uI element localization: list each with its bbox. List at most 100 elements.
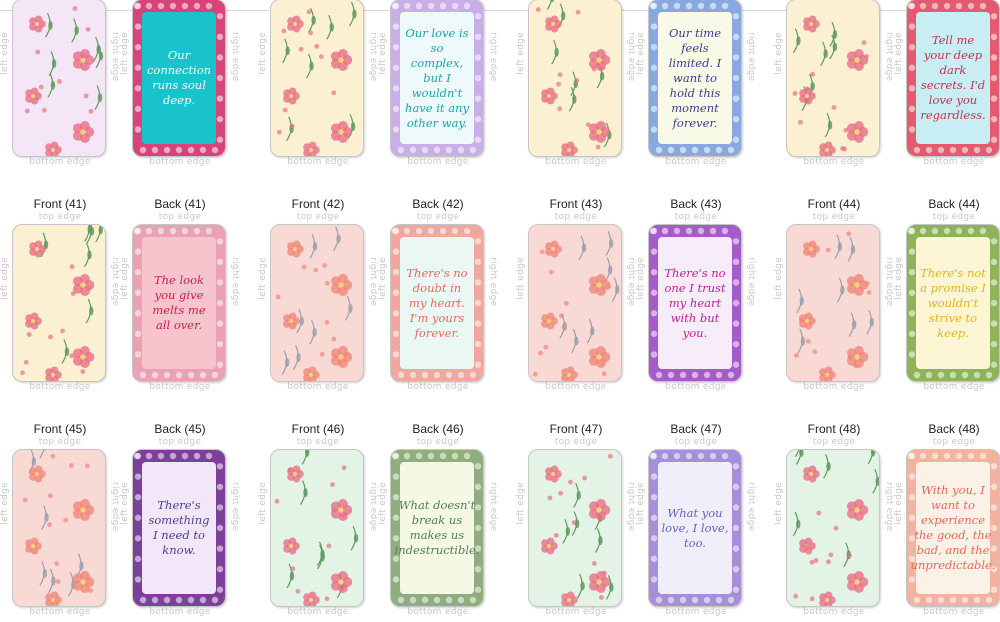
bud <box>557 106 563 112</box>
card-front-image[interactable] <box>528 224 622 382</box>
card-front-image[interactable] <box>12 449 106 607</box>
bud <box>295 588 301 594</box>
bud <box>276 129 282 135</box>
card-label: Back (47) <box>670 422 722 436</box>
left-edge-label: left edge <box>258 482 268 525</box>
bud <box>69 463 74 468</box>
right-edge-label: right edge <box>488 482 498 532</box>
card-front-image[interactable] <box>786 449 880 607</box>
card-back-image[interactable]: There's something I need to know. <box>132 449 226 607</box>
leaf <box>598 536 603 546</box>
leaf <box>837 242 843 252</box>
card-back-image[interactable]: What you love, I love, too. <box>648 449 742 607</box>
bottom-edge-label: bottom edge <box>149 157 211 167</box>
card-back-image[interactable]: Our connection runs soul deep. <box>132 0 226 157</box>
quote-panel: There's not a promise I wouldn't strive … <box>916 237 990 369</box>
left-edge-label: left edge <box>894 257 904 300</box>
card-quote: Our time feels limited. I want to hold t… <box>668 25 722 130</box>
bud <box>289 123 295 129</box>
quote-panel: There's no one I trust my heart with but… <box>658 237 732 369</box>
card-front-image[interactable] <box>270 0 364 157</box>
card-label: Front (48) <box>807 422 861 436</box>
card-front-image[interactable] <box>12 224 106 382</box>
flower <box>330 274 353 296</box>
card-cell-front: Front (44) top edge bottom edge left edge ri… <box>774 197 894 397</box>
card-front-image[interactable] <box>270 224 364 382</box>
leaf <box>850 244 856 254</box>
left-edge-label: left edge <box>516 482 526 525</box>
card-cell-back: Back (46) top edge bottom edge left edge rig… <box>378 422 498 622</box>
left-edge-label: left edge <box>378 257 388 300</box>
bud <box>804 544 810 550</box>
card-back-image[interactable]: There's no one I trust my heart with but… <box>648 224 742 382</box>
bud <box>574 77 580 83</box>
top-edge-label: top edge <box>416 437 460 447</box>
top-edge-label: top edge <box>812 437 856 447</box>
flower <box>545 240 562 258</box>
leaf <box>608 238 614 248</box>
bottom-edge-label: bottom edge <box>407 607 469 617</box>
card-back-image[interactable]: There's not a promise I wouldn't strive … <box>906 224 1000 382</box>
leaf <box>64 347 70 357</box>
card-back-image[interactable]: With you, I want to experience the good,… <box>906 449 1000 607</box>
bud <box>84 463 90 469</box>
flower <box>72 121 95 143</box>
bottom-edge-label: bottom edge <box>287 382 349 392</box>
bottom-edge-label: bottom edge <box>665 607 727 617</box>
card-front-image[interactable] <box>12 0 106 157</box>
bud <box>318 54 324 60</box>
bud <box>539 249 545 255</box>
quote-panel: There's something I need to know. <box>142 462 216 594</box>
card-cell-back: Back (47) top edge bottom edge left edge rig… <box>636 422 756 622</box>
bottom-edge-label: bottom edge <box>803 607 865 617</box>
card-label: Back (42) <box>412 197 464 211</box>
card-back-image[interactable]: What doesn't break us makes us indestruc… <box>390 449 484 607</box>
bud <box>330 482 335 487</box>
right-edge-label: right edge <box>626 32 636 82</box>
bud <box>561 324 567 330</box>
flower <box>72 346 95 368</box>
card-front-image[interactable] <box>270 449 364 607</box>
bud <box>341 465 347 471</box>
card-front-image[interactable] <box>786 224 880 382</box>
left-edge-label: left edge <box>894 482 904 525</box>
top-edge-label: top edge <box>932 212 976 222</box>
leaf <box>311 15 316 25</box>
leaf <box>309 61 314 71</box>
bud <box>598 65 604 71</box>
right-edge-label: right edge <box>110 257 120 307</box>
flower <box>803 15 820 33</box>
card-back-image[interactable]: Our love is so complex, but I wouldn't h… <box>390 0 484 157</box>
leaf <box>98 225 103 235</box>
card-back-image[interactable]: The look you give melts me all over. <box>132 224 226 382</box>
leaf <box>44 512 49 522</box>
flower <box>541 87 558 105</box>
card-back-image[interactable]: Our time feels limited. I want to hold t… <box>648 0 742 157</box>
left-edge-label: left edge <box>774 482 784 525</box>
card-back-image[interactable]: There's no doubt in my heart. I'm yours … <box>390 224 484 382</box>
card-back-image[interactable]: Tell me your deep dark secrets. I'd love… <box>906 0 1000 157</box>
flower <box>45 591 62 606</box>
right-edge-label: right edge <box>368 257 378 307</box>
card-front-image[interactable] <box>528 0 622 157</box>
bud <box>564 300 569 306</box>
bud <box>809 596 815 602</box>
card-label: Front (41) <box>33 197 87 211</box>
bud <box>812 349 818 355</box>
bud <box>324 596 330 602</box>
card-label: Front (46) <box>291 422 345 436</box>
flower <box>588 346 611 368</box>
leaf <box>303 488 308 498</box>
card-label: Back (44) <box>928 197 980 211</box>
left-edge-label: left edge <box>120 257 130 300</box>
leaf <box>296 352 301 362</box>
bottom-edge-label: bottom edge <box>803 157 865 167</box>
leaf <box>329 22 334 32</box>
bud <box>864 53 869 59</box>
bud <box>290 566 296 572</box>
leaf <box>796 519 801 529</box>
bud <box>26 332 32 337</box>
card-front-image[interactable] <box>528 449 622 607</box>
left-edge-label: left edge <box>774 257 784 300</box>
card-front-image[interactable] <box>786 0 880 157</box>
